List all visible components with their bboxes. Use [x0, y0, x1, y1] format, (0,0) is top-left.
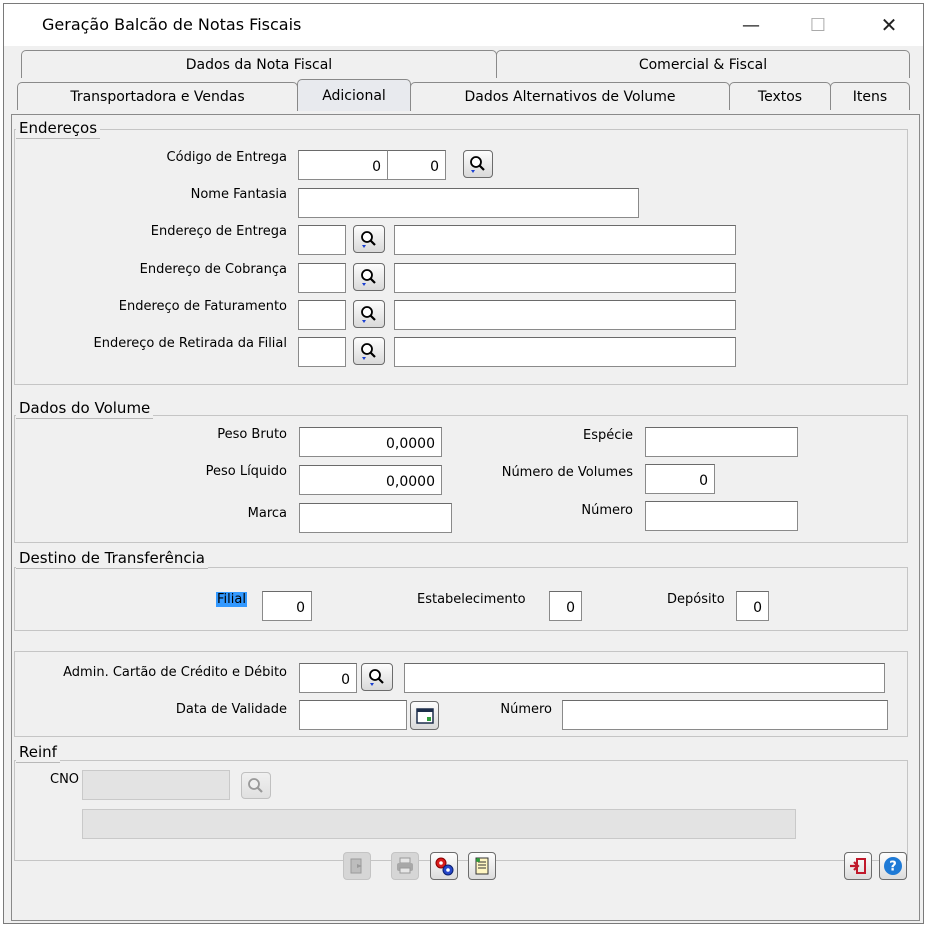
label-endereco-retirada: Endereço de Retirada da Filial [93, 336, 288, 351]
endereco-retirada-lookup-button[interactable] [353, 337, 385, 365]
endereco-faturamento-code-input[interactable] [298, 300, 346, 330]
label-nome-fantasia: Nome Fantasia [190, 187, 287, 202]
tab-itens[interactable]: Itens [830, 82, 910, 110]
endereco-faturamento-lookup-button[interactable] [353, 300, 385, 328]
numero-volumes-input[interactable]: 0 [645, 464, 715, 494]
tab-dados-nota-fiscal[interactable]: Dados da Nota Fiscal [21, 50, 497, 78]
magnifier-icon [369, 669, 384, 686]
label-admin-cartao: Admin. Cartão de Crédito e Débito [63, 665, 287, 680]
endereco-entrega-code-input[interactable] [298, 225, 346, 255]
magnifier-icon [361, 343, 376, 360]
gears-icon [435, 857, 454, 876]
admin-cartao-desc-input[interactable] [404, 663, 885, 693]
endereco-retirada-code-input[interactable] [298, 337, 346, 367]
minimize-button[interactable]: — [728, 4, 774, 46]
estabelecimento-input[interactable]: 0 [549, 591, 582, 621]
endereco-entrega-lookup-button[interactable] [353, 225, 385, 253]
admin-cartao-input[interactable]: 0 [299, 663, 357, 693]
calendar-button[interactable] [410, 701, 439, 730]
numero-volume-input[interactable] [645, 501, 798, 531]
label-data-validade: Data de Validade [175, 702, 287, 717]
admin-cartao-lookup-button[interactable] [361, 663, 393, 691]
endereco-faturamento-desc-input[interactable] [394, 300, 736, 330]
print-button[interactable] [391, 852, 419, 880]
help-button[interactable]: ? [879, 852, 907, 880]
endereco-cobranca-code-input[interactable] [298, 263, 346, 293]
label-estabelecimento: Estabelecimento [417, 592, 526, 607]
peso-bruto-input[interactable]: 0,0000 [299, 427, 442, 457]
endereco-entrega-desc-input[interactable] [394, 225, 736, 255]
list-settings-icon [475, 857, 489, 875]
endereco-retirada-desc-input[interactable] [394, 337, 736, 367]
calendar-icon [415, 707, 434, 724]
properties-button[interactable] [468, 852, 496, 880]
deposito-input[interactable]: 0 [736, 591, 769, 621]
label-endereco-faturamento: Endereço de Faturamento [118, 299, 287, 314]
endereco-cobranca-desc-input[interactable] [394, 263, 736, 293]
endereco-cobranca-lookup-button[interactable] [353, 263, 385, 291]
group-title-reinf: Reinf [16, 742, 60, 763]
codigo-entrega-lookup-button[interactable] [463, 150, 493, 178]
exit-button[interactable] [844, 852, 872, 880]
label-filial-text: Filial [216, 592, 247, 607]
label-peso-liquido: Peso Líquido [205, 464, 287, 479]
confirm-button[interactable] [343, 852, 371, 880]
help-icon: ? [884, 857, 902, 875]
magnifier-icon [248, 777, 263, 793]
group-title-destino: Destino de Transferência [16, 548, 208, 569]
data-validade-input[interactable] [299, 700, 407, 730]
app-window: Geração Balcão de Notas Fiscais — ☐ ✕ Da… [3, 3, 924, 924]
label-numero-volume: Número [581, 503, 633, 518]
peso-liquido-input[interactable]: 0,0000 [299, 465, 442, 495]
label-endereco-cobranca: Endereço de Cobrança [139, 262, 287, 277]
label-cno: CNO [50, 772, 80, 787]
cno-lookup-button[interactable] [241, 772, 271, 799]
label-endereco-entrega: Endereço de Entrega [150, 224, 287, 239]
nome-fantasia-input[interactable] [298, 188, 639, 218]
especie-input[interactable] [645, 427, 798, 457]
window-title: Geração Balcão de Notas Fiscais [42, 15, 302, 34]
tab-transportadora-vendas[interactable]: Transportadora e Vendas [17, 82, 298, 110]
filial-input[interactable]: 0 [262, 591, 312, 621]
cno-input[interactable] [82, 770, 230, 800]
label-numero-cartao: Número [500, 702, 552, 717]
tab-dados-alternativos-volume[interactable]: Dados Alternativos de Volume [410, 82, 730, 110]
tab-textos[interactable]: Textos [729, 82, 831, 110]
title-bar: Geração Balcão de Notas Fiscais — ☐ ✕ [4, 4, 923, 46]
magnifier-icon [470, 156, 485, 173]
svg-text:?: ? [889, 860, 897, 875]
group-title-dados-volume: Dados do Volume [16, 398, 154, 419]
label-peso-bruto: Peso Bruto [217, 427, 287, 442]
tab-adicional[interactable]: Adicional [297, 79, 411, 111]
printer-icon [397, 857, 413, 874]
document-arrow-icon [350, 858, 362, 874]
magnifier-icon [361, 231, 376, 248]
magnifier-icon [361, 269, 376, 286]
exit-icon [850, 858, 866, 874]
label-deposito: Depósito [667, 592, 725, 607]
marca-input[interactable] [299, 503, 452, 533]
codigo-entrega-input-1[interactable]: 0 [298, 150, 388, 180]
label-filial: Filial [216, 592, 247, 607]
label-especie: Espécie [583, 428, 633, 443]
process-button[interactable] [430, 852, 458, 880]
close-button[interactable]: ✕ [866, 4, 912, 46]
label-codigo-entrega: Código de Entrega [166, 150, 287, 165]
tab-content-adicional: Endereços Código de Entrega 0 0 Nome Fan… [11, 114, 920, 921]
maximize-button[interactable]: ☐ [795, 4, 841, 46]
group-title-enderecos: Endereços [16, 118, 101, 139]
label-numero-volumes: Número de Volumes [501, 465, 633, 480]
magnifier-icon [361, 306, 376, 323]
cno-description-field [82, 809, 796, 839]
label-marca: Marca [247, 506, 287, 521]
tab-comercial-fiscal[interactable]: Comercial & Fiscal [496, 50, 910, 78]
numero-cartao-input[interactable] [562, 700, 888, 730]
codigo-entrega-input-2[interactable]: 0 [387, 150, 446, 180]
